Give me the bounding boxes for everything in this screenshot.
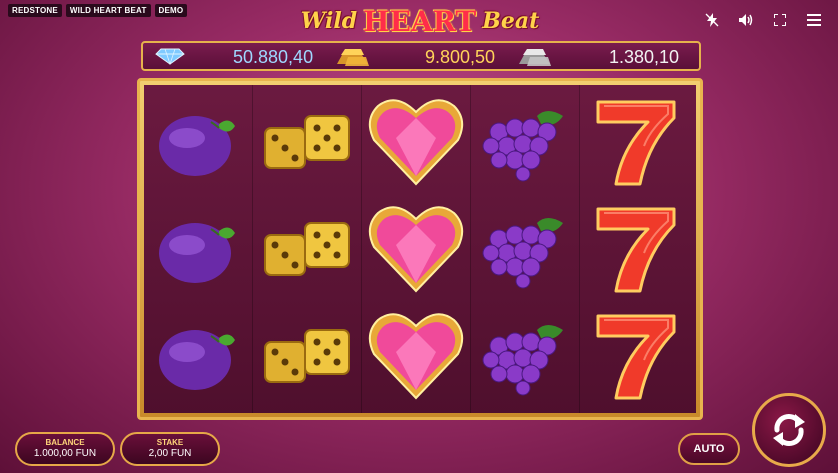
game-name-tag: WILD HEART BEAT: [65, 4, 151, 17]
logo-word-heart: HEART: [363, 4, 477, 38]
jackpot-bar: 50.880,40 9.800,50 1.380,10: [141, 41, 701, 71]
reel-2: [253, 85, 361, 413]
reel-4: [471, 85, 579, 413]
menu-icon[interactable]: [804, 10, 824, 30]
heart-icon: [362, 89, 470, 195]
turbo-icon[interactable]: [702, 10, 722, 30]
seven-icon: [580, 196, 688, 302]
silver-jackpot-value: 1.380,10: [609, 47, 680, 67]
logo-word-wild: Wild: [300, 8, 358, 34]
silver-bar-icon: [518, 47, 552, 71]
stake-button[interactable]: STAKE 2,00 FUN: [120, 432, 220, 466]
plum-icon: [144, 196, 252, 302]
plum-icon: [144, 89, 252, 195]
reels-frame: [137, 78, 703, 420]
spin-button[interactable]: [752, 393, 826, 467]
balance-value: 1.000,00 FUN: [33, 448, 97, 459]
mode-tag: DEMO: [154, 4, 188, 17]
gold-jackpot-value: 9.800,50: [425, 47, 496, 67]
stake-value: 2,00 FUN: [148, 448, 192, 459]
grapes-icon: [471, 89, 579, 195]
heart-icon: [362, 196, 470, 302]
provider-tag: REDSTONE: [8, 4, 62, 17]
dice-icon: [253, 303, 361, 409]
reel-5: [580, 85, 688, 413]
diamond-icon: [155, 47, 185, 69]
top-right-toolbar: [702, 10, 824, 30]
top-tags: REDSTONE WILD HEART BEAT DEMO: [8, 4, 188, 17]
reel-3: [362, 85, 470, 413]
balance-label: BALANCE: [45, 438, 85, 447]
game-logo: Wild HEART Beat: [300, 4, 540, 38]
dice-icon: [253, 196, 361, 302]
fullscreen-icon[interactable]: [770, 10, 790, 30]
dice-icon: [253, 89, 361, 195]
balance-display: BALANCE 1.000,00 FUN: [15, 432, 115, 466]
auto-button[interactable]: AUTO: [678, 433, 740, 465]
reels-area: [144, 85, 696, 413]
grapes-icon: [471, 303, 579, 409]
gold-bar-icon: [336, 47, 370, 71]
sound-icon[interactable]: [736, 10, 756, 30]
seven-icon: [580, 303, 688, 409]
seven-icon: [580, 89, 688, 195]
plum-icon: [144, 303, 252, 409]
heart-icon: [362, 303, 470, 409]
spin-icon: [773, 414, 805, 446]
logo-word-beat: Beat: [482, 8, 540, 34]
diamond-jackpot-value: 50.880,40: [233, 47, 314, 67]
stake-label: STAKE: [156, 438, 184, 447]
grapes-icon: [471, 196, 579, 302]
reel-1: [144, 85, 252, 413]
